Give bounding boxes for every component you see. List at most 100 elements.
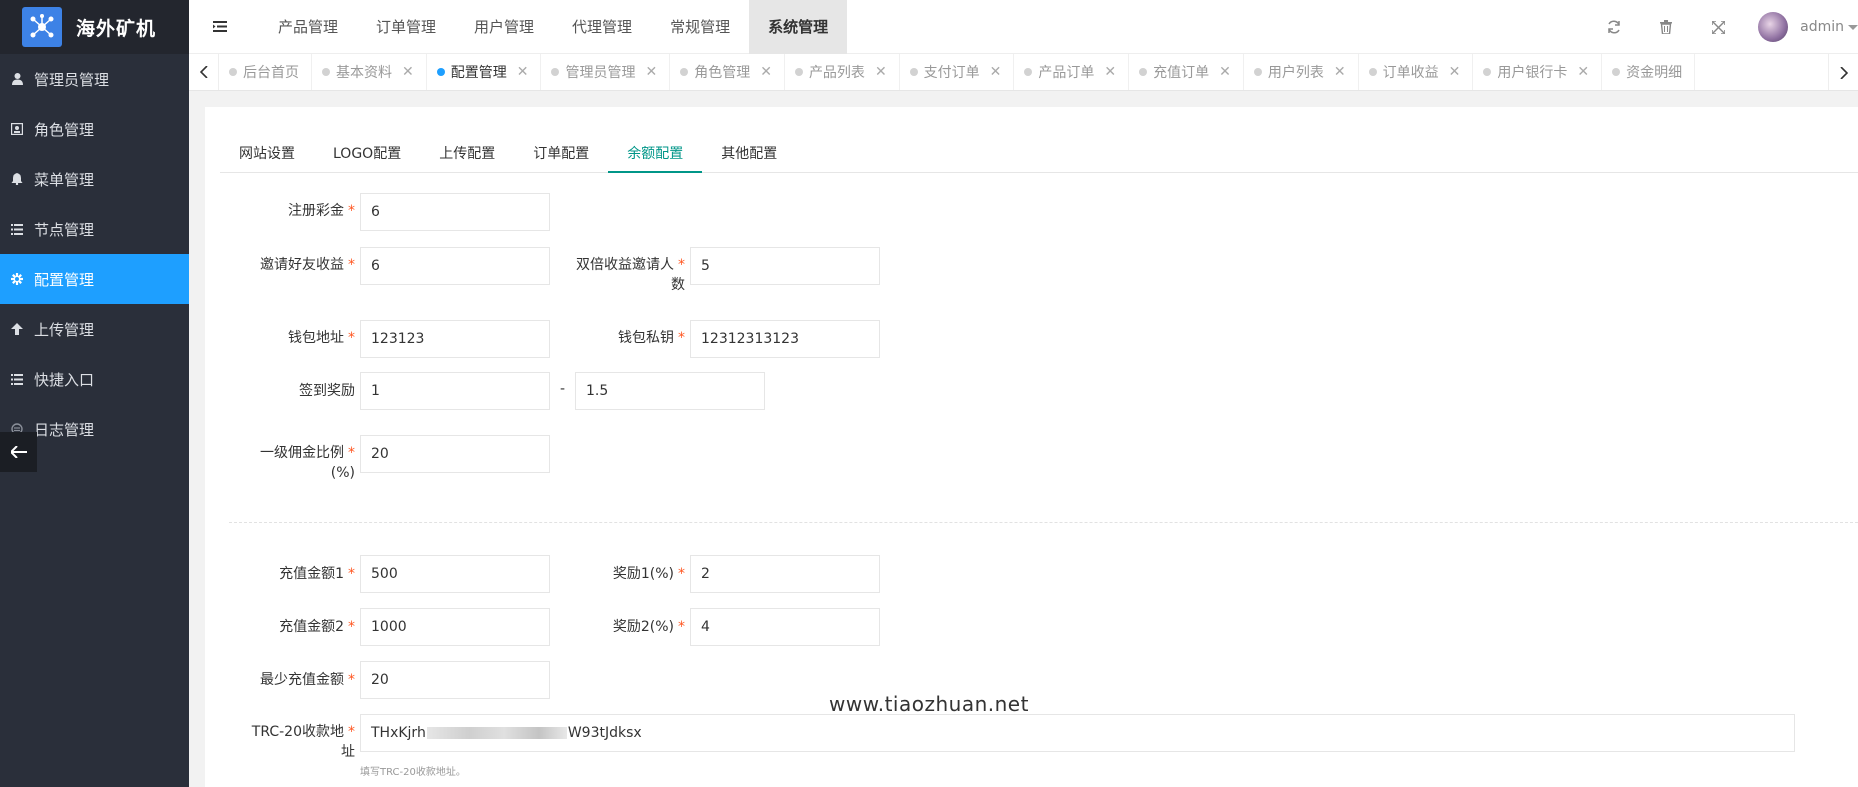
list-icon [10,222,24,236]
tab-fund-detail[interactable]: 资金明细 [1602,54,1696,90]
sidebar-item-shortcut[interactable]: 快捷入口 [0,354,189,404]
sidebar-item-node[interactable]: 节点管理 [0,204,189,254]
tabs-scroll-right-button[interactable] [1828,54,1858,90]
commission-input[interactable]: 20 [360,435,550,473]
tabs-scroll-left-button[interactable] [189,54,219,90]
trc20-value-prefix: THxKjrh [371,725,426,741]
label-text: 注册彩金 [288,203,344,219]
topnav-user[interactable]: 用户管理 [455,0,553,54]
arrow-up-icon [10,322,24,336]
tab-payment-order[interactable]: 支付订单 ✕ [900,54,1015,90]
required-mark: * [348,445,355,461]
fullscreen-button[interactable] [1692,0,1744,54]
required-mark: * [678,566,685,582]
tab-user-list[interactable]: 用户列表 ✕ [1244,54,1359,90]
trc20-value-suffix: W93tJdksx [567,725,642,741]
checkin-reward-max-input[interactable]: 1.5 [575,372,765,410]
close-icon[interactable]: ✕ [1104,64,1116,80]
sidebar-item-upload[interactable]: 上传管理 [0,304,189,354]
label-text: 双倍收益邀请人 [576,257,674,273]
wallet-address-input[interactable]: 123123 [360,320,550,358]
wallet-key-input[interactable]: 12312313123 [690,320,880,358]
close-icon[interactable]: ✕ [990,64,1002,80]
chevron-down-icon[interactable] [1848,24,1858,30]
sidebar-item-config[interactable]: 配置管理 [0,254,189,304]
fullscreen-icon [1711,20,1725,34]
sidebar-item-label: 管理员管理 [34,70,110,89]
close-icon[interactable]: ✕ [1219,64,1231,80]
required-mark: * [678,619,685,635]
tab-label: 产品订单 [1038,65,1095,81]
recharge2-input[interactable]: 1000 [360,608,550,646]
close-icon[interactable]: ✕ [1334,64,1346,80]
close-icon[interactable]: ✕ [1577,64,1589,80]
subtab-other[interactable]: 其他配置 [702,134,796,172]
collapse-sidebar-button[interactable] [0,432,37,472]
page-tabs-bar: 后台首页 基本资料 ✕ 配置管理 ✕ 管理员管理 ✕ 角色管理 ✕ 产品列表 ✕ 支付订单… [189,54,1858,91]
topnav-system[interactable]: 系统管理 [749,0,848,54]
recharge1-input[interactable]: 500 [360,555,550,593]
logo[interactable]: 海外矿机 [0,0,189,54]
avatar[interactable] [1758,12,1789,42]
topnav-order[interactable]: 订单管理 [357,0,455,54]
menu-toggle-button[interactable] [189,0,251,54]
tab-home[interactable]: 后台首页 [219,54,312,90]
tab-profile[interactable]: 基本资料 ✕ [312,54,427,90]
required-mark: * [348,566,355,582]
close-icon[interactable]: ✕ [1449,64,1461,80]
refresh-button[interactable] [1588,0,1640,54]
arrow-left-icon [10,446,27,458]
user-name[interactable]: admin [1800,19,1844,35]
tab-dot [1612,68,1621,76]
sidebar-item-label: 配置管理 [34,270,95,289]
tab-admin[interactable]: 管理员管理 ✕ [541,54,671,90]
subtab-upload[interactable]: 上传配置 [420,134,514,172]
tab-product-order[interactable]: 产品订单 ✕ [1014,54,1130,90]
tab-config[interactable]: 配置管理 ✕ [427,54,542,90]
list-icon [10,372,24,386]
topnav-product[interactable]: 产品管理 [259,0,357,54]
invite-income-input[interactable]: 6 [360,247,550,285]
required-mark: * [348,330,355,346]
refresh-icon [1608,20,1620,34]
sidebar-item-admin[interactable]: 管理员管理 [0,54,189,104]
trc20-address-input[interactable]: THxKjrh W93tJdksx [360,714,1795,752]
tab-recharge-order[interactable]: 充值订单 ✕ [1129,54,1244,90]
checkin-reward-min-input[interactable]: 1 [360,372,550,410]
close-icon[interactable]: ✕ [517,64,529,80]
subtab-order[interactable]: 订单配置 [514,134,608,172]
label-text: 奖励2(%) [612,619,674,635]
close-icon[interactable]: ✕ [760,64,772,80]
trc20-help-text: 填写TRC-20收款地址。 [360,767,466,778]
logo-network-icon [22,7,62,47]
commission-label: 一级佣金比例 * (%) [245,443,355,483]
tab-dot [322,68,330,76]
tab-dot [1253,68,1262,76]
recharge1-label: 充值金额1 * [245,564,355,584]
subtab-balance[interactable]: 余额配置 [608,134,703,173]
tab-role[interactable]: 角色管理 ✕ [670,54,785,90]
topnav-general[interactable]: 常规管理 [651,0,749,54]
clear-cache-button[interactable] [1640,0,1692,54]
label-text: 址 [341,744,355,760]
close-icon[interactable]: ✕ [875,64,887,80]
double-invite-input[interactable]: 5 [690,247,880,285]
subtab-logo[interactable]: LOGO配置 [314,134,420,172]
tab-user-bank-card[interactable]: 用户银行卡 ✕ [1473,54,1603,90]
close-icon[interactable]: ✕ [402,64,414,80]
tab-dot [1483,68,1492,76]
topnav-agent[interactable]: 代理管理 [553,0,651,54]
min-recharge-input[interactable]: 20 [360,661,550,699]
sidebar-item-role[interactable]: 角色管理 [0,104,189,154]
reward1-input[interactable]: 2 [690,555,880,593]
label-text: 一级佣金比例 [260,445,344,461]
subtab-website[interactable]: 网站设置 [220,134,314,172]
reward2-input[interactable]: 4 [690,608,880,646]
tab-order-income[interactable]: 订单收益 ✕ [1359,54,1474,90]
sidebar-item-label: 快捷入口 [34,370,95,389]
tab-label: 支付订单 [923,65,980,81]
close-icon[interactable]: ✕ [645,64,657,80]
sidebar-item-menu[interactable]: 菜单管理 [0,154,189,204]
tab-product-list[interactable]: 产品列表 ✕ [785,54,900,90]
register-bonus-input[interactable]: 6 [360,193,550,231]
